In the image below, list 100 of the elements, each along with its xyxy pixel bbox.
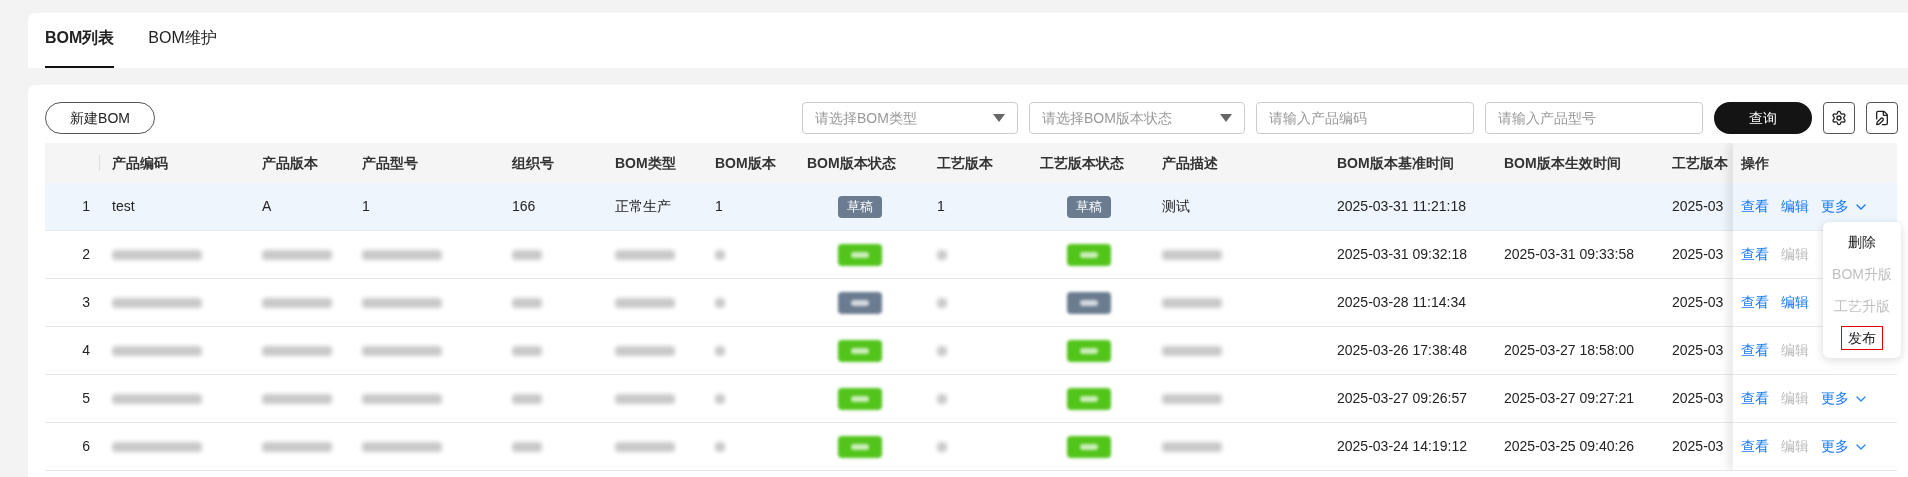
settings-icon <box>1831 110 1847 126</box>
blurred-text <box>512 393 542 404</box>
tab[interactable]: BOM列表 <box>45 22 115 68</box>
column-header: 工艺版本状态 <box>1040 153 1124 173</box>
query-button[interactable]: 查询 <box>1714 102 1812 134</box>
select-field[interactable]: 请选择BOM版本状态 <box>1029 102 1245 134</box>
table-cell-text: 2025-03-31 09:33:58 <box>1504 245 1634 264</box>
blurred-text <box>512 297 542 308</box>
column-header: 产品描述 <box>1162 153 1218 173</box>
table-cell-text: 测试 <box>1162 197 1190 216</box>
more-dropdown[interactable]: 更多 <box>1821 436 1869 457</box>
status-tag: 草稿 <box>1067 195 1111 218</box>
dropdown-triangle-icon <box>993 114 1005 122</box>
edit-link[interactable]: 编辑 <box>1781 196 1809 217</box>
row-number: 2 <box>82 245 90 264</box>
blurred-text <box>937 393 947 404</box>
view-link[interactable]: 查看 <box>1741 292 1769 313</box>
blurred-text <box>937 345 947 356</box>
blurred-text <box>1162 345 1222 356</box>
menu-item[interactable]: 发布 <box>1841 326 1883 350</box>
table-cell-text: 2025-03-31 11:21:18 <box>1337 197 1466 216</box>
blurred-text <box>262 441 332 452</box>
blurred-text <box>615 393 675 404</box>
blurred-text <box>262 345 332 356</box>
column-header: BOM版本状态 <box>807 153 896 173</box>
column-header: 产品编码 <box>112 153 168 173</box>
table-cell-text: 166 <box>512 197 536 216</box>
row-number: 4 <box>82 341 90 360</box>
column-header: 工艺版本 <box>937 153 993 173</box>
blurred-text <box>262 393 332 404</box>
column-header: BOM版本基准时间 <box>1337 153 1454 173</box>
document-edit-icon <box>1874 110 1890 126</box>
more-dropdown[interactable]: 更多 <box>1821 388 1869 409</box>
blurred-text <box>1162 249 1222 260</box>
tab[interactable]: BOM维护 <box>148 22 217 68</box>
blurred-text <box>715 393 725 404</box>
table-cell-text: 2025-03-27 09:26:57 <box>1337 389 1467 408</box>
table-cell-text: 正常生产 <box>615 197 671 216</box>
table-cell-text: 1 <box>362 197 370 216</box>
blurred-text <box>262 249 332 260</box>
table-cell-text: 2025-03-28 11:14:34 <box>1337 293 1466 312</box>
blurred-text <box>512 345 542 356</box>
table-cell-text: 1 <box>937 197 945 216</box>
table-cell-text: test <box>112 197 135 216</box>
column-header: BOM版本生效时间 <box>1504 153 1621 173</box>
view-link[interactable]: 查看 <box>1741 340 1769 361</box>
view-link[interactable]: 查看 <box>1741 388 1769 409</box>
blurred-text <box>937 297 947 308</box>
column-header: 产品型号 <box>362 153 418 173</box>
blurred-text <box>715 345 725 356</box>
blurred-text <box>715 441 725 452</box>
blurred-text <box>615 297 675 308</box>
dropdown-triangle-icon <box>1220 114 1232 122</box>
column-header: BOM类型 <box>615 153 676 173</box>
table-cell-text: 2025-03 <box>1672 437 1724 456</box>
blurred-text <box>937 441 947 452</box>
row-number: 1 <box>82 197 90 216</box>
column-header: 产品版本 <box>262 153 318 173</box>
row-number: 6 <box>82 437 90 456</box>
table-cell-text: 2025-03-31 09:32:18 <box>1337 245 1467 264</box>
table-cell-text: 2025-03-24 14:19:12 <box>1337 437 1467 456</box>
blurred-text <box>615 441 675 452</box>
view-link[interactable]: 查看 <box>1741 244 1769 265</box>
table-cell-text: 2025-03-27 09:27:21 <box>1504 389 1634 408</box>
table-cell-text: 2025-03-25 09:40:26 <box>1504 437 1634 456</box>
column-header: 工艺版本 <box>1672 153 1728 173</box>
column-header: 组织号 <box>512 153 554 173</box>
settings-button[interactable] <box>1823 102 1855 134</box>
menu-item[interactable]: 删除 <box>1841 230 1883 254</box>
table-cell-text: 2025-03 <box>1672 389 1724 408</box>
blurred-text <box>1162 441 1222 452</box>
blurred-text <box>262 297 332 308</box>
table-cell-text: 1 <box>715 197 723 216</box>
search-field[interactable]: 请输入产品型号 <box>1485 102 1703 134</box>
blurred-text <box>715 249 725 260</box>
table-cell-text: 2025-03 <box>1672 245 1724 264</box>
column-header: 操作 <box>1741 153 1769 173</box>
document-edit-button[interactable] <box>1866 102 1898 134</box>
blurred-text <box>1162 393 1222 404</box>
row-number: 5 <box>82 389 90 408</box>
row-number: 3 <box>82 293 90 312</box>
blurred-text <box>512 249 542 260</box>
edit-link[interactable]: 编辑 <box>1781 292 1809 313</box>
more-dropdown[interactable]: 更多 <box>1821 196 1869 217</box>
blurred-text <box>715 297 725 308</box>
blurred-text <box>615 249 675 260</box>
status-tag: 草稿 <box>838 195 882 218</box>
column-header: BOM版本 <box>715 153 776 173</box>
select-field[interactable]: 请选择BOM类型 <box>802 102 1018 134</box>
view-link[interactable]: 查看 <box>1741 436 1769 457</box>
view-link[interactable]: 查看 <box>1741 196 1769 217</box>
search-field[interactable]: 请输入产品编码 <box>1256 102 1474 134</box>
table-cell-text: 2025-03-27 18:58:00 <box>1504 341 1634 360</box>
table-cell-text: 2025-03-26 17:38:48 <box>1337 341 1467 360</box>
blurred-text <box>512 441 542 452</box>
blurred-text <box>937 249 947 260</box>
table-cell-text: 2025-03 <box>1672 293 1724 312</box>
table-cell-text: A <box>262 197 272 216</box>
blurred-text <box>615 345 675 356</box>
table-cell-text: 2025-03 <box>1672 197 1724 216</box>
